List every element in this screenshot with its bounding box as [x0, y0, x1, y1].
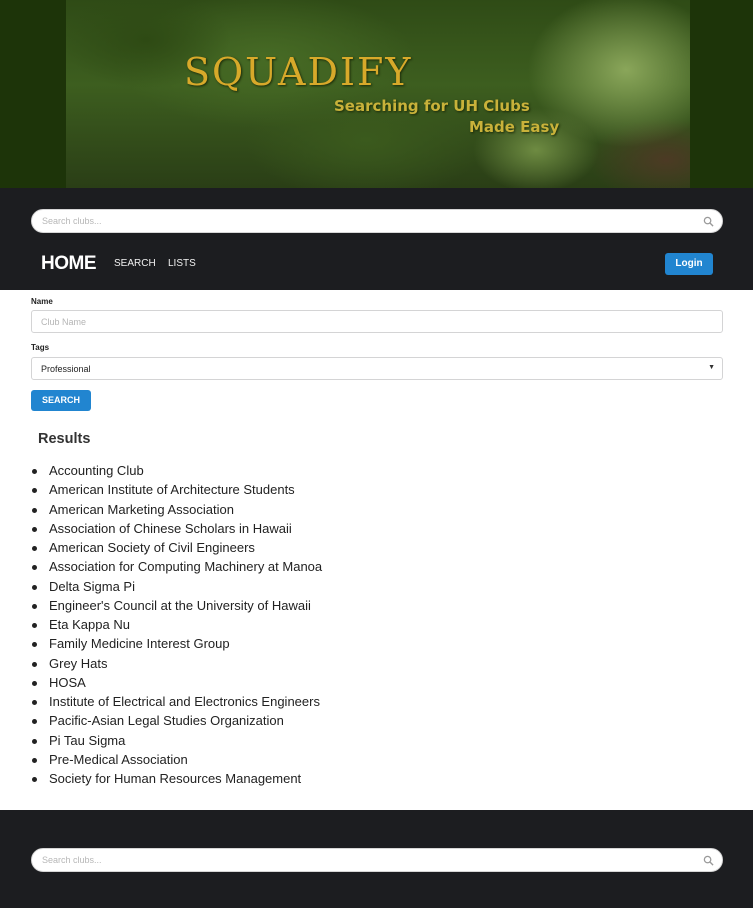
results-heading: Results	[38, 431, 91, 447]
results-list: Accounting Club American Institute of Ar…	[31, 461, 322, 788]
tags-selected-value: Professional	[41, 364, 91, 374]
result-item: American Marketing Association	[31, 500, 322, 519]
result-item: American Society of Civil Engineers	[31, 538, 322, 557]
nav-lists-link[interactable]: LISTS	[168, 258, 196, 269]
footer-bar	[0, 810, 753, 908]
search-icon[interactable]	[703, 216, 714, 227]
result-item: Institute of Electrical and Electronics …	[31, 692, 322, 711]
login-button[interactable]: Login	[665, 253, 713, 275]
result-item: HOSA	[31, 673, 322, 692]
dropdown-caret-icon[interactable]: ▼	[708, 364, 715, 371]
result-item: Engineer's Council at the University of …	[31, 596, 322, 615]
search-icon[interactable]	[703, 855, 714, 866]
brand-logo-text: SQUADIFY	[184, 50, 413, 94]
result-item: Association of Chinese Scholars in Hawai…	[31, 519, 322, 538]
result-item: Pacific-Asian Legal Studies Organization	[31, 711, 322, 730]
result-item: Society for Human Resources Management	[31, 769, 322, 788]
top-search-input[interactable]	[42, 213, 692, 229]
result-item: American Institute of Architecture Stude…	[31, 480, 322, 499]
result-item: Association for Computing Machinery at M…	[31, 557, 322, 576]
result-item: Accounting Club	[31, 461, 322, 480]
header-banner: SQUADIFY Searching for UH Clubs Made Eas…	[0, 0, 753, 188]
top-search-box[interactable]	[31, 209, 723, 233]
search-button[interactable]: SEARCH	[31, 390, 91, 411]
tags-label: Tags	[31, 343, 50, 352]
nav-home-link[interactable]: HOME	[41, 253, 97, 275]
tags-select[interactable]: Professional ▼	[31, 357, 723, 380]
tagline-line-2: Made Easy	[469, 118, 560, 136]
nav-search-link[interactable]: SEARCH	[114, 258, 156, 269]
tagline-line-1: Searching for UH Clubs	[334, 97, 530, 115]
result-item: Pi Tau Sigma	[31, 731, 322, 750]
top-navbar: HOME SEARCH LISTS Login	[0, 188, 753, 290]
result-item: Pre-Medical Association	[31, 750, 322, 769]
club-name-input[interactable]	[41, 315, 701, 329]
name-label: Name	[31, 297, 53, 306]
result-item: Family Medicine Interest Group	[31, 634, 322, 653]
result-item: Eta Kappa Nu	[31, 615, 322, 634]
result-item: Delta Sigma Pi	[31, 577, 322, 596]
club-name-field[interactable]	[31, 310, 723, 333]
banner-image: SQUADIFY Searching for UH Clubs Made Eas…	[66, 0, 690, 188]
footer-search-input[interactable]	[42, 852, 692, 868]
footer-search-box[interactable]	[31, 848, 723, 872]
result-item: Grey Hats	[31, 654, 322, 673]
